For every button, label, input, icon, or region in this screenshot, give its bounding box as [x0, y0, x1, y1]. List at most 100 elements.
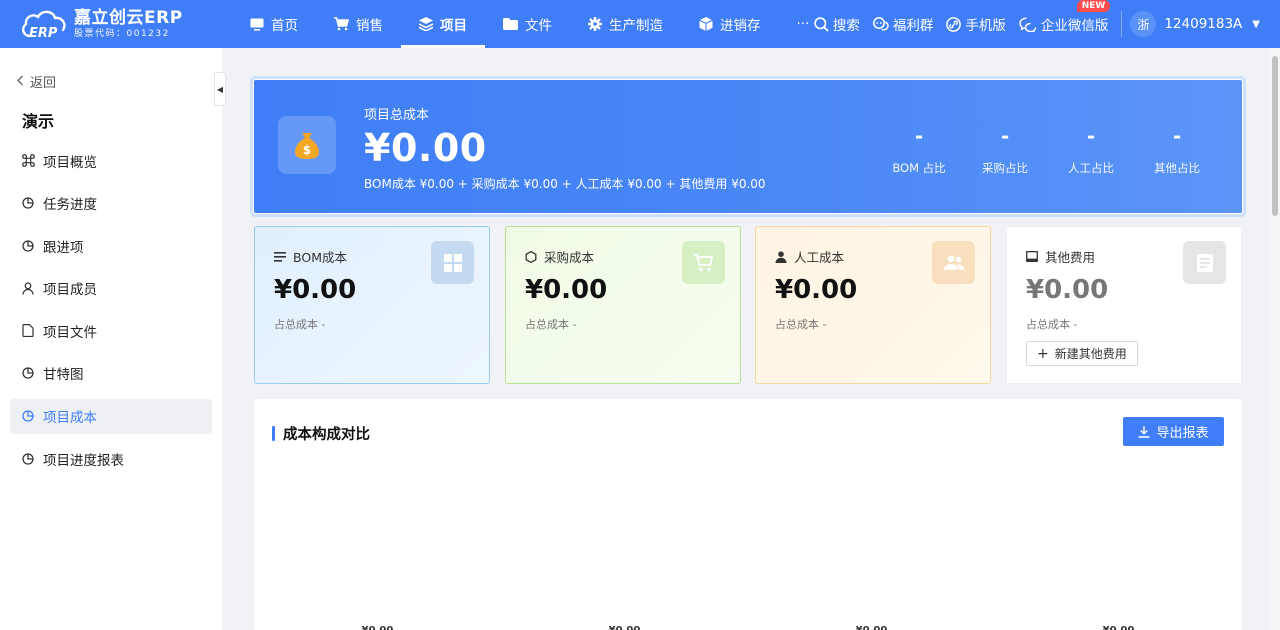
bar-value-label: ¥0.00 [609, 625, 641, 630]
money-bag-icon: $ [278, 116, 336, 174]
pie-icon [21, 453, 35, 465]
wechat-label: 企业微信版 [1040, 18, 1109, 34]
nav-item-sales[interactable]: 销售 [316, 0, 401, 48]
avatar: 浙 [1130, 11, 1157, 37]
grid-icon [431, 241, 474, 284]
main-nav: 首页 销售 项目 文件 生产制造 进销存 ··· [232, 0, 827, 48]
caret-down-icon: ▼ [1252, 18, 1260, 30]
gear-icon [588, 17, 602, 31]
bar-value-label: ¥0.00 [856, 625, 888, 630]
nav-item-project[interactable]: 项目 [401, 0, 485, 48]
labor-cost-card[interactable]: 人工成本 ¥0.00 占总成本 - [755, 226, 991, 384]
cost-ratio-stats: - BOM 占比 - 采购占比 - 人工占比 - 其他占比 [876, 124, 1220, 176]
people-icon [932, 241, 975, 284]
wechat-version-button[interactable]: 企业微信版 NEW [1019, 0, 1111, 34]
stat-label: BOM 占比 [892, 161, 946, 175]
purchase-ratio-stat: - 采购占比 [962, 124, 1048, 176]
logo[interactable]: ERP 嘉立创云ERP 股票代码：001232 [20, 6, 183, 42]
search-label: 搜索 [832, 18, 860, 34]
cost-comparison-panel: 成本构成对比 导出报表 ¥0.00 ¥0.00 ¥0.00 ¥0.00 [254, 399, 1242, 630]
sidebar-item-members[interactable]: 项目成员 [10, 271, 212, 306]
add-other-cost-button[interactable]: + 新建其他费用 [1026, 341, 1138, 366]
purchase-cost-card[interactable]: 采购成本 ¥0.00 占总成本 - [505, 226, 741, 384]
cost-breakdown-formula: BOM成本 ¥0.00 + 采购成本 ¥0.00 + 人工成本 ¥0.00 + … [364, 177, 766, 191]
card-title: 人工成本 [794, 250, 845, 265]
sidebar-item-label: 甘特图 [43, 367, 84, 384]
nav-item-files[interactable]: 文件 [485, 0, 570, 48]
document-icon [1183, 241, 1226, 284]
nav-item-label: 项目 [440, 18, 467, 34]
stat-value: - [914, 124, 924, 148]
pie-icon [21, 410, 35, 422]
add-button-label: 新建其他费用 [1054, 347, 1127, 361]
pie-icon [21, 197, 35, 209]
sidebar-item-label: 项目文件 [43, 324, 97, 341]
nav-divider [1121, 11, 1123, 37]
sidebar-item-gantt[interactable]: 甘特图 [10, 356, 212, 391]
logo-subtitle: 股票代码：001232 [74, 28, 170, 39]
new-badge: NEW [1076, 0, 1111, 12]
shopping-cart-icon [682, 241, 725, 284]
folder-icon [503, 18, 518, 30]
sidebar-item-label: 项目概览 [43, 154, 97, 171]
stat-label: 采购占比 [982, 161, 1028, 175]
card-amount: ¥0.00 [525, 275, 608, 305]
sidebar-item-label: 项目成员 [43, 282, 97, 299]
bom-ratio-stat: - BOM 占比 [876, 124, 962, 176]
list-icon [274, 251, 286, 262]
sidebar-item-overview[interactable]: 项目概览 [10, 143, 212, 178]
page-scrollbar[interactable] [1270, 48, 1280, 630]
sidebar-item-follow-up[interactable]: 跟进项 [10, 228, 212, 263]
sidebar: 返回 演示 项目概览 任务进度 跟进项 项目成员 项目文件 甘特图 项目成本 项… [0, 48, 222, 630]
svg-text:$: $ [303, 143, 311, 157]
mobile-version-button[interactable]: 手机版 [946, 14, 1006, 34]
sidebar-item-label: 项目成本 [43, 410, 97, 427]
sidebar-item-progress-report[interactable]: 项目进度报表 [10, 441, 212, 476]
stat-label: 人工占比 [1068, 161, 1114, 175]
stat-value: - [1172, 124, 1182, 148]
stat-value: - [1086, 124, 1096, 148]
stat-label: 其他占比 [1154, 161, 1200, 175]
bar-value-label: ¥0.00 [1103, 625, 1135, 630]
card-ratio: 占总成本 - [525, 318, 577, 331]
pie-icon [21, 240, 35, 252]
welfare-group-button[interactable]: 福利群 [872, 14, 933, 34]
sidebar-item-cost[interactable]: 项目成本 [10, 398, 212, 434]
sidebar-item-files[interactable]: 项目文件 [10, 313, 212, 348]
bar-value-label: ¥0.00 [362, 625, 394, 630]
back-link[interactable]: 返回 [16, 72, 56, 91]
panel-title: 成本构成对比 [272, 423, 370, 444]
card-ratio: 占总成本 - [274, 318, 326, 331]
cost-comparison-chart: ¥0.00 ¥0.00 ¥0.00 ¥0.00 [254, 459, 1242, 630]
card-amount: ¥0.00 [1026, 275, 1109, 305]
scrollbar-thumb[interactable] [1272, 56, 1278, 216]
card-ratio: 占总成本 - [1026, 318, 1078, 331]
sidebar-menu: 项目概览 任务进度 跟进项 项目成员 项目文件 甘特图 项目成本 项目进度报表 [10, 143, 212, 484]
hexagon-icon [525, 250, 537, 263]
layers-icon [419, 17, 433, 31]
export-label: 导出报表 [1156, 426, 1209, 441]
nav-item-manufacturing[interactable]: 生产制造 [570, 0, 681, 48]
bom-cost-card[interactable]: BOM成本 ¥0.00 占总成本 - [254, 226, 490, 384]
square-icon [1026, 251, 1038, 262]
card-amount: ¥0.00 [775, 275, 858, 305]
chevron-left-icon [16, 75, 24, 89]
sidebar-item-task-progress[interactable]: 任务进度 [10, 186, 212, 221]
user-menu[interactable]: 浙 12409183A ▼ [1130, 11, 1280, 37]
person-icon [775, 250, 787, 263]
download-icon [1138, 425, 1150, 438]
card-title: BOM成本 [293, 250, 347, 265]
cart-icon [334, 17, 349, 31]
username: 12409183A [1164, 16, 1243, 32]
search-button[interactable]: 搜索 [814, 14, 860, 34]
export-report-button[interactable]: 导出报表 [1123, 417, 1224, 446]
pie-icon [21, 367, 35, 380]
nav-item-inventory[interactable]: 进销存 [681, 0, 779, 48]
labor-ratio-stat: - 人工占比 [1048, 124, 1134, 176]
nav-item-home[interactable]: 首页 [232, 0, 316, 48]
other-cost-card[interactable]: 其他费用 ¥0.00 占总成本 - + 新建其他费用 [1006, 226, 1242, 384]
card-ratio: 占总成本 - [775, 318, 827, 331]
other-ratio-stat: - 其他占比 [1134, 124, 1220, 176]
user-icon [21, 282, 35, 295]
nav-item-label: 首页 [271, 18, 298, 34]
